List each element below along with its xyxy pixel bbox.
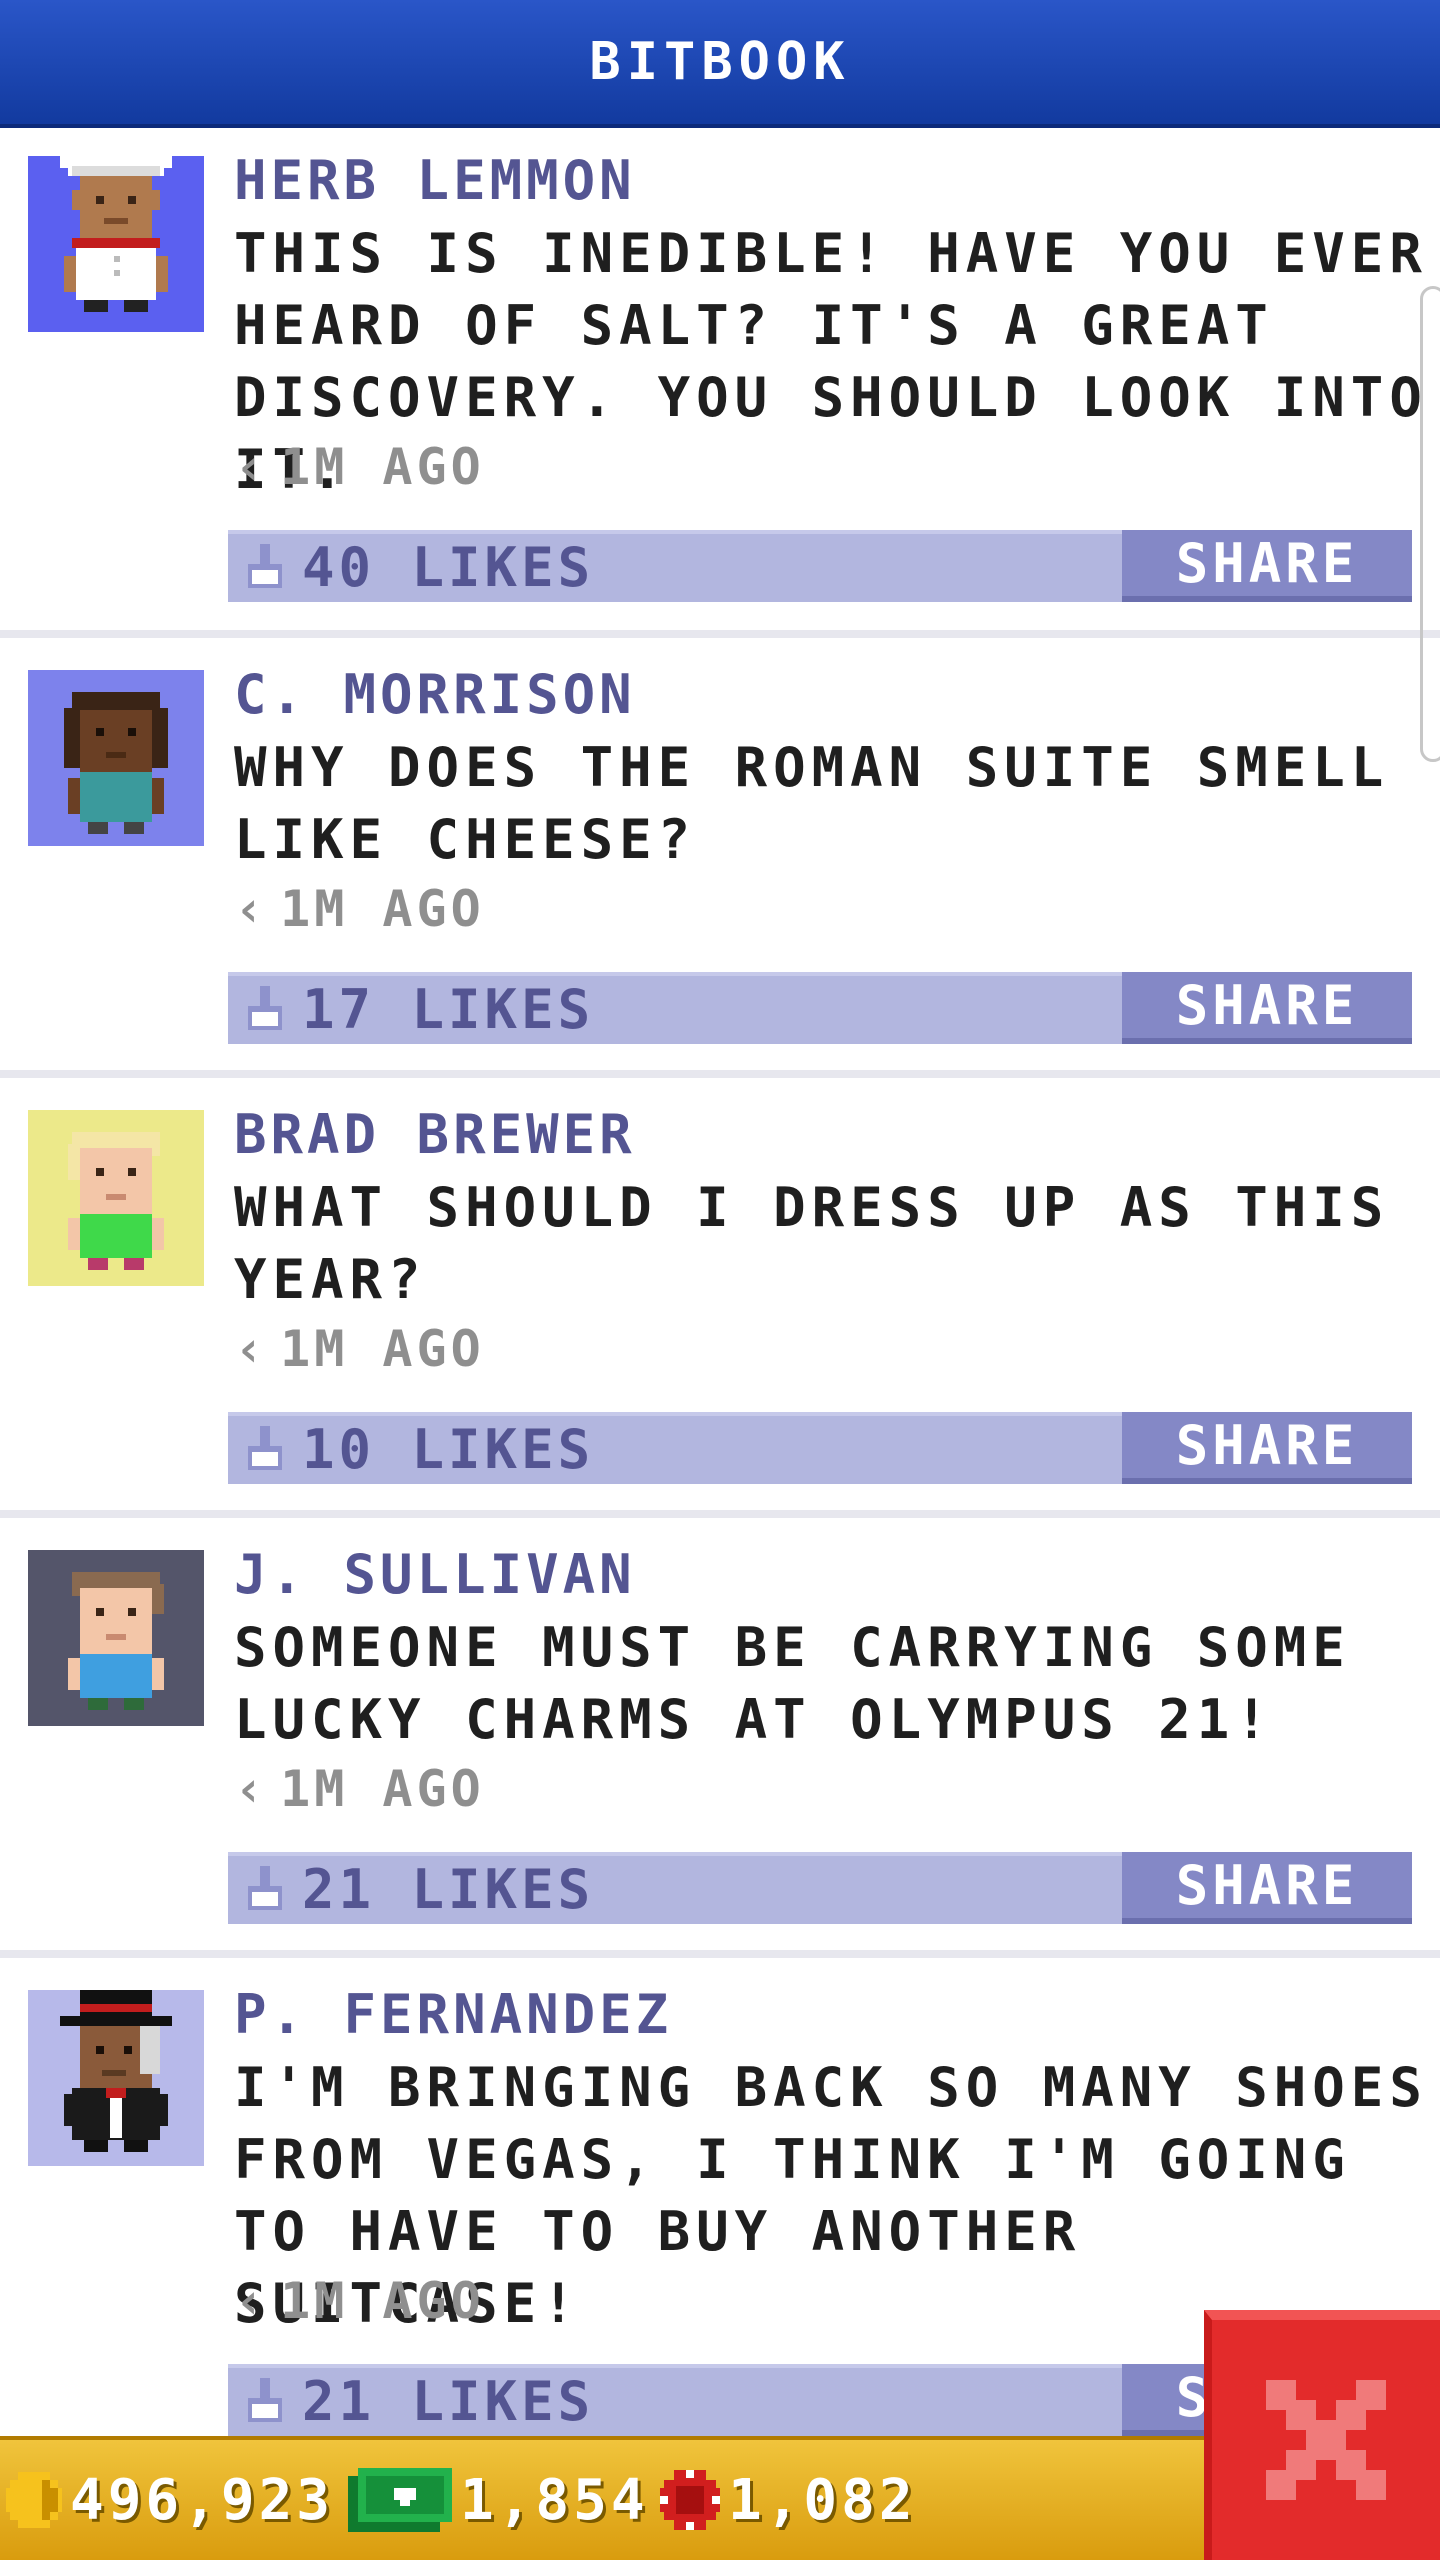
coins-display[interactable]: 496,923 <box>6 2440 334 2560</box>
share-button[interactable]: SHARE <box>1122 972 1412 1044</box>
thumbs-up-icon <box>248 1866 282 1910</box>
person-avatar-icon[interactable] <box>28 1110 204 1286</box>
post-timestamp: ‹ 1M AGO <box>234 1320 485 1378</box>
share-button[interactable]: SHARE <box>1122 1852 1412 1924</box>
post-author[interactable]: C. MORRISON <box>234 660 636 730</box>
chips-display[interactable]: 1,082 <box>660 2440 917 2560</box>
coin-icon <box>6 2472 62 2528</box>
bux-bill-icon <box>348 2468 452 2532</box>
close-icon <box>1266 2380 1386 2500</box>
person-avatar-icon[interactable] <box>28 1550 204 1726</box>
time-arrow-icon: ‹ <box>234 2272 269 2330</box>
likes-bar: 17 LIKES SHARE <box>228 972 1412 1044</box>
post-timestamp: ‹ 1M AGO <box>234 2272 485 2330</box>
scrollbar[interactable] <box>1420 286 1440 762</box>
chips-value: 1,082 <box>728 2467 917 2533</box>
post-card: J. SULLIVAN SOMEONE MUST BE CARRYING SOM… <box>0 1518 1440 1958</box>
time-arrow-icon: ‹ <box>234 880 269 938</box>
post-author[interactable]: BRAD BREWER <box>234 1100 636 1170</box>
coins-value: 496,923 <box>70 2467 335 2533</box>
thumbs-up-icon <box>248 2378 282 2422</box>
post-timestamp: ‹ 1M AGO <box>234 880 485 938</box>
app-header: BITBOOK <box>0 0 1440 128</box>
likes-bar: 21 LIKES SHARE <box>228 1852 1412 1924</box>
time-arrow-icon: ‹ <box>234 438 269 496</box>
post-message: WHY DOES THE ROMAN SUITE SMELL LIKE CHEE… <box>234 736 1390 871</box>
bux-display[interactable]: 1,854 <box>348 2440 649 2560</box>
likes-count[interactable]: 17 LIKES <box>302 976 594 1044</box>
bux-value: 1,854 <box>460 2467 649 2533</box>
post-timestamp: ‹ 1M AGO <box>234 438 485 496</box>
post-timestamp: ‹ 1M AGO <box>234 1760 485 1818</box>
likes-count[interactable]: 21 LIKES <box>302 1856 594 1924</box>
casino-chip-icon <box>660 2470 720 2530</box>
likes-bar: 40 LIKES SHARE <box>228 530 1412 602</box>
post-message: WHAT SHOULD I DRESS UP AS THIS YEAR? <box>234 1176 1390 1311</box>
page-title: BITBOOK <box>589 32 851 92</box>
close-button[interactable] <box>1204 2310 1440 2560</box>
post-card: C. MORRISON WHY DOES THE ROMAN SUITE SME… <box>0 638 1440 1078</box>
share-button[interactable]: SHARE <box>1122 1412 1412 1484</box>
post-author[interactable]: HERB LEMMON <box>234 146 636 216</box>
thumbs-up-icon <box>248 986 282 1030</box>
thumbs-up-icon <box>248 1426 282 1470</box>
post-author[interactable]: J. SULLIVAN <box>234 1540 636 1610</box>
post-message: SOMEONE MUST BE CARRYING SOME LUCKY CHAR… <box>234 1616 1351 1751</box>
likes-count[interactable]: 21 LIKES <box>302 2368 594 2436</box>
time-arrow-icon: ‹ <box>234 1760 269 1818</box>
likes-count[interactable]: 10 LIKES <box>302 1416 594 1484</box>
time-arrow-icon: ‹ <box>234 1320 269 1378</box>
share-button[interactable]: SHARE <box>1122 530 1412 602</box>
person-avatar-icon[interactable] <box>28 670 204 846</box>
thumbs-up-icon <box>248 544 282 588</box>
likes-bar: 10 LIKES SHARE <box>228 1412 1412 1484</box>
post-author[interactable]: P. FERNANDEZ <box>234 1980 672 2050</box>
post-card: BRAD BREWER WHAT SHOULD I DRESS UP AS TH… <box>0 1078 1440 1518</box>
top-hat-avatar-icon[interactable] <box>28 1990 204 2166</box>
post-card: HERB LEMMON THIS IS INEDIBLE! HAVE YOU E… <box>0 124 1440 638</box>
chef-avatar-icon[interactable] <box>28 156 204 332</box>
likes-count[interactable]: 40 LIKES <box>302 534 594 602</box>
